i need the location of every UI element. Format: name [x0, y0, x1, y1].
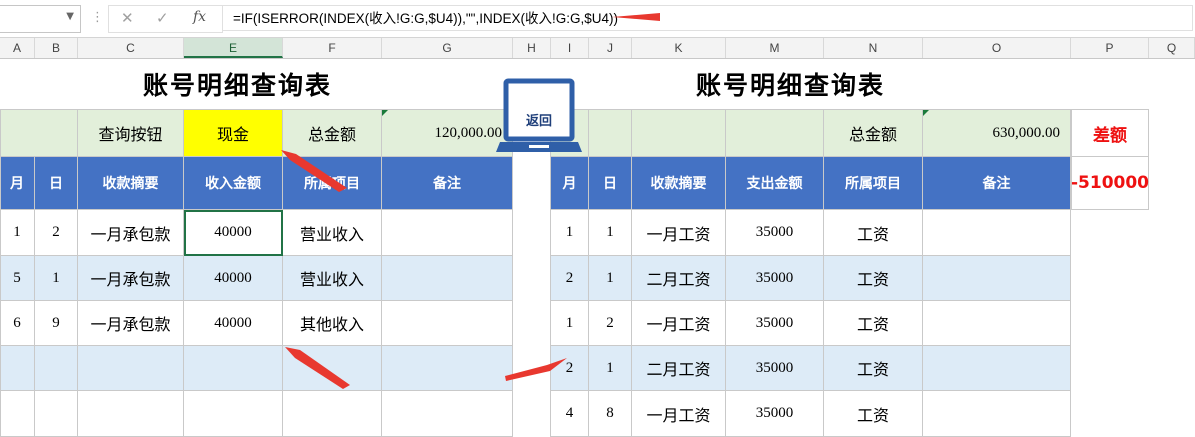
arrow-query-cell	[281, 150, 347, 192]
arrow-right-table	[505, 358, 567, 381]
arrow-formula	[612, 13, 660, 21]
annotation-arrows	[281, 13, 660, 389]
arrow-left-table	[285, 347, 350, 389]
